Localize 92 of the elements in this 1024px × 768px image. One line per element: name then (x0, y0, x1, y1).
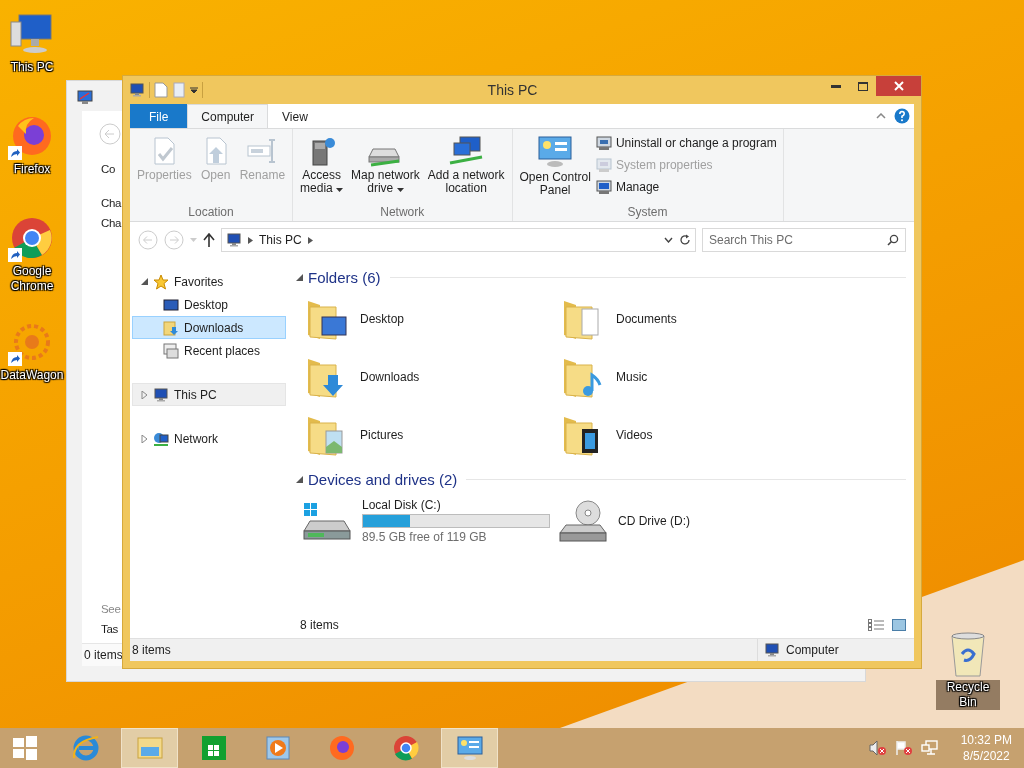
chevron-icon (248, 236, 253, 244)
group-label: System (626, 205, 669, 219)
manage-icon[interactable] (595, 179, 612, 195)
group-label: Location (187, 205, 235, 219)
star-icon (153, 273, 169, 290)
minimize-icon (830, 84, 841, 88)
folder-item[interactable]: Downloads (302, 352, 558, 402)
nav-item[interactable]: Network (132, 427, 286, 450)
search-field[interactable]: Search This PC (702, 228, 906, 252)
nav-item[interactable]: Desktop (132, 293, 286, 316)
collapse-ribbon-icon[interactable] (876, 113, 886, 119)
ribbon-button[interactable]: Map network drive (348, 133, 423, 205)
folder-item[interactable]: Music (558, 352, 814, 402)
properties-icon[interactable] (154, 82, 168, 98)
nav-item[interactable]: Recent places (132, 339, 286, 362)
address-bar[interactable]: This PC (221, 228, 696, 252)
shortcut-arrow-icon (8, 146, 22, 160)
nav-item[interactable]: This PC (132, 383, 286, 406)
trash-bin-icon (948, 630, 988, 678)
computer-icon (226, 232, 242, 248)
control-panel-icon (77, 89, 93, 105)
up-arrow-icon[interactable] (203, 233, 215, 247)
close-icon (893, 81, 904, 91)
details-view-icon[interactable] (868, 619, 884, 631)
maximize-icon (857, 81, 868, 91)
breadcrumb[interactable]: This PC (259, 233, 302, 247)
flag-icon[interactable] (894, 740, 913, 756)
internet-explorer-icon[interactable] (70, 733, 101, 763)
dropdown-caret-icon[interactable] (190, 86, 198, 94)
help-icon[interactable] (894, 108, 910, 124)
link-text[interactable]: Cha (101, 197, 122, 209)
drive-item[interactable]: Local Disk (C:) 89.5 GB free of 119 GB (302, 496, 558, 546)
folder-item[interactable]: Pictures (302, 410, 558, 460)
control-panel-icon[interactable] (454, 733, 485, 763)
close-button[interactable] (876, 76, 921, 96)
taskbar-button[interactable] (121, 728, 178, 768)
group-label: Network (379, 205, 426, 219)
status-text: 8 items (131, 643, 171, 657)
folder-item[interactable]: Documents (558, 294, 814, 344)
collapse-arrow-icon[interactable] (296, 273, 303, 281)
shortcut-arrow-icon (8, 352, 22, 366)
folder-item[interactable]: Desktop (302, 294, 558, 344)
recent-places-icon (163, 342, 179, 359)
computer-icon (9, 12, 55, 56)
link-text[interactable]: Co (101, 163, 116, 175)
network-icon[interactable] (920, 740, 939, 756)
status-text: Computer (786, 643, 839, 657)
taskbar-button[interactable] (441, 728, 498, 768)
nav-item[interactable]: Favorites (132, 270, 286, 293)
ribbon-button[interactable]: Uninstall or change a program (595, 135, 777, 151)
windows-logo-icon (12, 735, 38, 761)
computer-icon (764, 642, 780, 658)
large-icons-view-icon[interactable] (892, 619, 906, 631)
link-text[interactable]: Cha (101, 217, 122, 229)
downloads-folder-icon (163, 319, 179, 336)
ribbon-tab[interactable]: View (268, 104, 322, 128)
hard-drive-icon (302, 501, 352, 541)
expand-arrow-icon[interactable] (141, 278, 148, 285)
computer-icon (153, 386, 169, 403)
drive-item[interactable]: CD Drive (D:) (558, 496, 814, 546)
desktop-icon (163, 296, 179, 313)
browser-icon (10, 114, 54, 158)
item-count: 8 items (300, 618, 339, 632)
ribbon-button[interactable]: Manage (595, 179, 777, 195)
desktop-icon-label[interactable]: Recycle Bin (936, 680, 1000, 710)
search-icon (887, 234, 899, 246)
ribbon-tab[interactable]: Computer (187, 104, 269, 129)
ribbon-button[interactable]: Open Control Panel (516, 133, 594, 205)
shortcut-arrow-icon (8, 248, 22, 262)
folder-item[interactable]: Videos (558, 410, 814, 460)
nav-item[interactable]: Downloads (132, 316, 286, 339)
ribbon-button[interactable]: Add a network location (424, 133, 508, 205)
dropdown-caret-icon[interactable] (664, 237, 673, 243)
section-header[interactable]: Folders (6) (308, 268, 381, 286)
network-computers-icon[interactable] (448, 135, 485, 167)
browser-icon (10, 216, 54, 260)
muted-speaker-icon[interactable] (868, 740, 887, 756)
link-text[interactable]: Tas (101, 623, 118, 635)
network-icon (153, 430, 169, 447)
section-header[interactable]: Devices and drives (2) (308, 470, 458, 488)
refresh-icon[interactable] (679, 234, 691, 246)
uninstall-icon[interactable] (595, 135, 612, 151)
computer-icon (129, 82, 145, 98)
window-title: This PC (486, 82, 539, 98)
collapse-arrow-icon[interactable] (296, 475, 303, 483)
link-text[interactable]: See (101, 603, 121, 615)
ribbon-button[interactable]: Access media (297, 133, 347, 205)
optical-drive-icon (558, 499, 608, 543)
control-panel-icon[interactable] (537, 135, 574, 169)
expand-arrow-icon[interactable] (141, 434, 148, 443)
file-menu-tab[interactable]: File (130, 104, 188, 128)
chevron-icon[interactable] (307, 236, 313, 244)
